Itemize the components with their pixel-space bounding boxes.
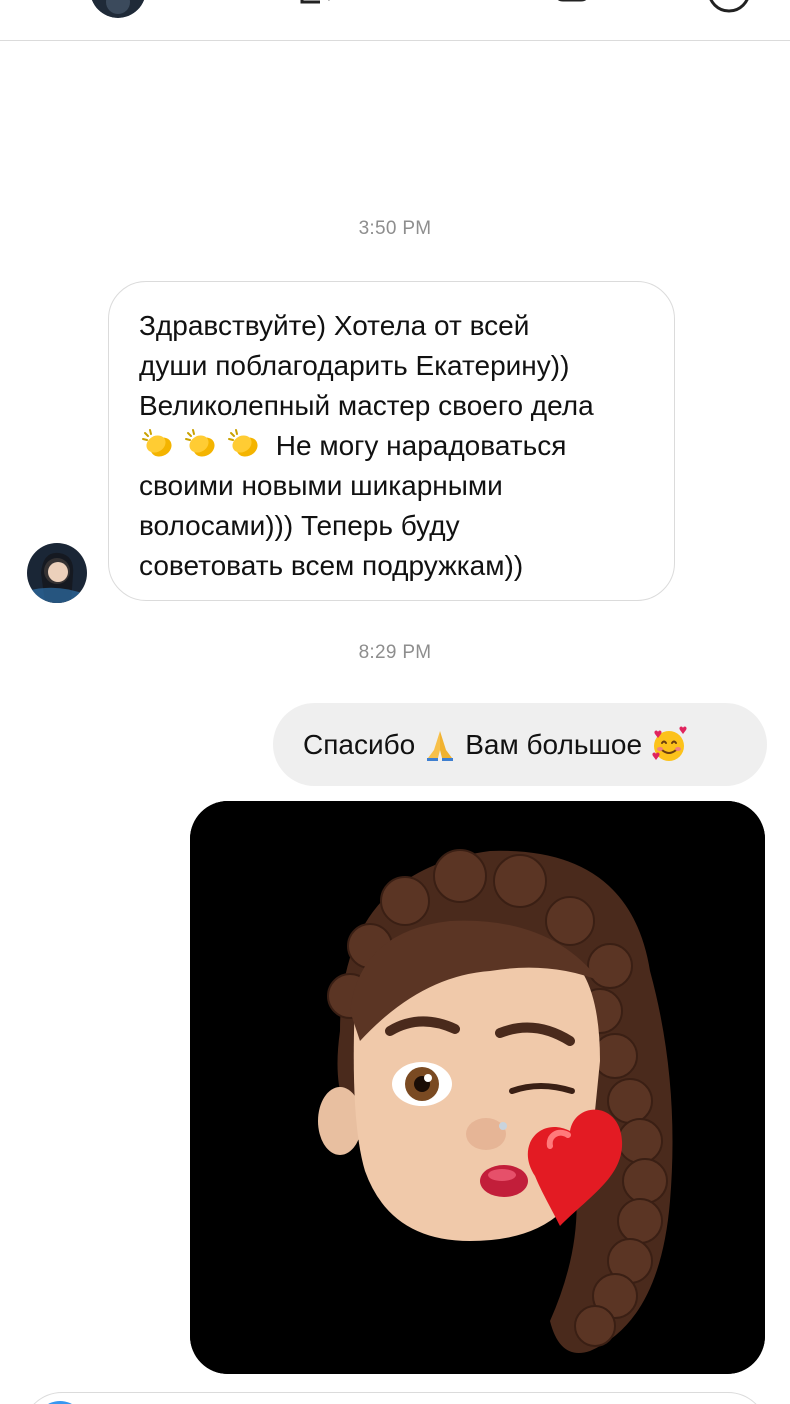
video-call-icon[interactable]: [553, 0, 593, 8]
chevron-down-icon[interactable]: [300, 0, 344, 6]
clapping-hands-icon: [185, 429, 215, 457]
message-line: волосами))) Теперь буду: [139, 510, 460, 541]
header-avatar[interactable]: [90, 0, 146, 18]
message-text: Вам большое: [465, 728, 643, 760]
chat-header: [0, 0, 790, 41]
header-username-placeholder[interactable]: [236, 0, 268, 4]
message-line-text: Не могу нарадоваться: [275, 430, 567, 461]
message-line: советовать всем подружкам)): [139, 550, 524, 581]
message-composer[interactable]: [22, 1392, 768, 1404]
memoji-image: [190, 801, 765, 1374]
message-timestamp: 3:50 PM: [358, 218, 432, 239]
folded-hands-icon: [427, 730, 454, 761]
chat-screen: 3:50 PM Здравствуйте) Хотела от всей душ…: [0, 0, 790, 1404]
phone-call-icon[interactable]: [626, 0, 650, 8]
outgoing-message-bubble[interactable]: Спасибо Вам большое: [273, 703, 767, 786]
message-line: Великолепный мастер своего дела: [139, 390, 594, 421]
incoming-message-bubble[interactable]: Здравствуйте) Хотела от всей души поблаг…: [108, 281, 675, 601]
message-line-with-emoji: Не могу нарадоваться: [139, 426, 644, 466]
sender-avatar[interactable]: [27, 543, 87, 603]
message-line: Здравствуйте) Хотела от всей: [139, 310, 530, 341]
message-timestamp: 8:29 PM: [358, 642, 432, 663]
back-arrow-icon[interactable]: [26, 0, 48, 8]
message-line: души поблагодарить Екатерину)): [139, 350, 570, 381]
clapping-hands-icon: [142, 429, 172, 457]
outgoing-image-message[interactable]: [190, 801, 765, 1374]
smiling-face-with-hearts-icon: [652, 726, 687, 761]
message-line: своими новыми шикарными: [139, 470, 503, 501]
clapping-hands-icon: [228, 429, 258, 457]
info-icon[interactable]: [706, 0, 752, 14]
message-text: Спасибо: [303, 728, 416, 760]
